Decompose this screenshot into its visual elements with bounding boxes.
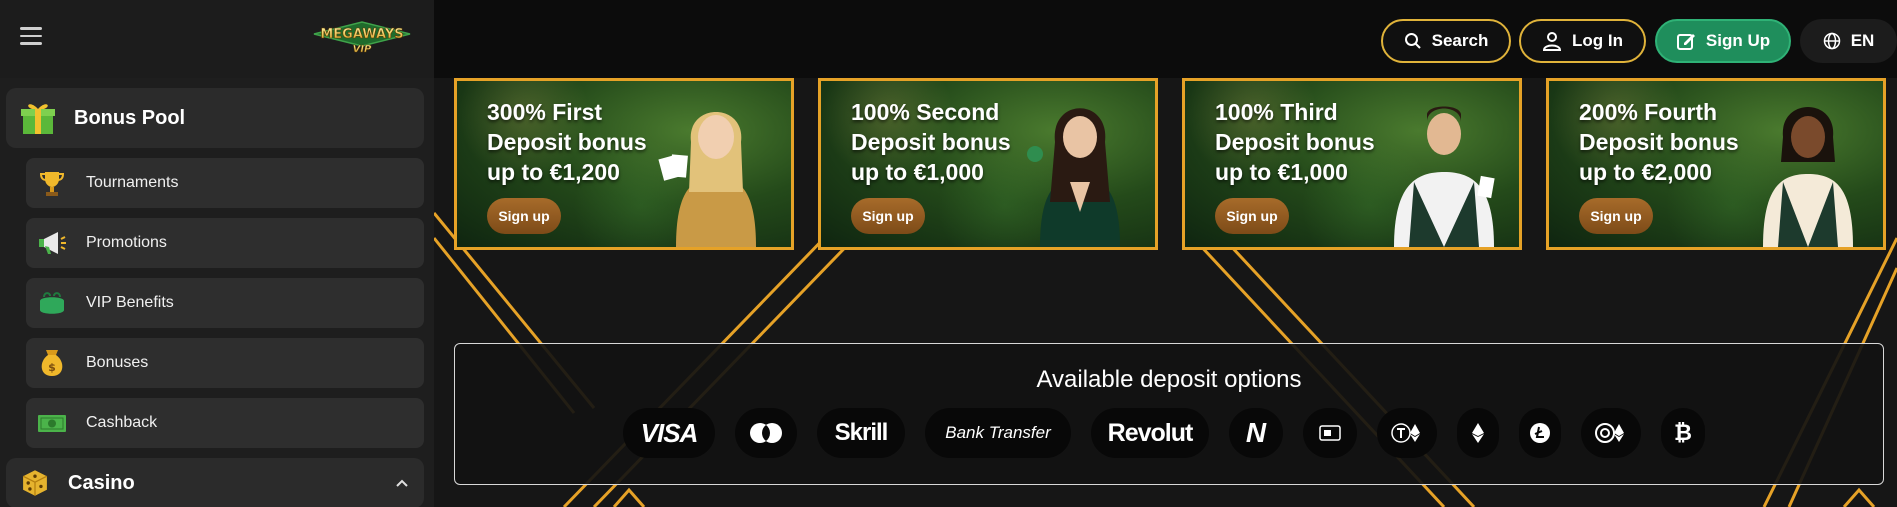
money-bag-icon: $: [41, 350, 63, 376]
deposit-options-title: Available deposit options: [1036, 366, 1302, 393]
brand-logo[interactable]: MEGAWAYS VIP: [310, 16, 414, 58]
search-button-label: Search: [1431, 31, 1489, 50]
sidebar-item-label: VIP Benefits: [86, 294, 174, 311]
sidebar-item-vip-benefits[interactable]: VIP Benefits: [26, 278, 424, 328]
ethereum-icon: [1457, 408, 1499, 458]
sidebar-item-label: Promotions: [86, 234, 167, 251]
promo-model-image: [658, 112, 756, 247]
globe-icon: [1823, 32, 1840, 50]
top-bar: Search Log In Sign Up EN: [434, 0, 1897, 78]
sidebar-header: MEGAWAYS VIP: [0, 0, 434, 78]
search-icon: [1404, 33, 1421, 49]
sidebar-category-bonus-pool[interactable]: Bonus Pool: [6, 88, 424, 148]
search-button[interactable]: Search: [1381, 19, 1511, 63]
litecoin-icon: [1519, 408, 1561, 458]
card-chip-icon: [1303, 408, 1357, 458]
visa-icon: VISA: [623, 408, 715, 458]
signup-button-label: Sign Up: [1705, 31, 1771, 50]
green-purse-icon: [40, 292, 64, 314]
banknote-icon: [38, 415, 66, 432]
deposit-options-panel: Available deposit options VISA Skrill Ba…: [454, 343, 1884, 485]
sidebar-item-label: Bonuses: [86, 354, 149, 371]
sidebar-category-casino[interactable]: Casino: [6, 458, 424, 507]
trophy-icon: [39, 172, 65, 196]
gift-box-icon: [21, 104, 55, 134]
payment-methods-row: VISA Skrill Bank Transfer Revolut N ₿: [455, 408, 1883, 458]
dice-icon: [22, 470, 48, 496]
usdc-ethereum-icon: [1581, 408, 1641, 458]
svg-text:VIP: VIP: [353, 44, 372, 55]
sidebar-item-bonuses[interactable]: $ Bonuses: [26, 338, 424, 388]
sidebar-item-cashback[interactable]: Cashback: [26, 398, 424, 448]
app-root: MEGAWAYS VIP Bonus Pool Tournaments Prom…: [0, 0, 1897, 507]
promo-signup-button[interactable]: Sign up: [851, 198, 925, 234]
bank-transfer-icon: Bank Transfer: [925, 408, 1071, 458]
promo-card-first-deposit[interactable]: 300% First Deposit bonus up to €1,200 Si…: [454, 78, 794, 250]
tether-ethereum-icon: [1377, 408, 1437, 458]
language-label: EN: [1850, 31, 1875, 50]
signup-button[interactable]: Sign Up: [1655, 19, 1791, 63]
sidebar-item-label: Cashback: [86, 414, 158, 431]
neteller-icon: N: [1229, 408, 1283, 458]
promo-card-third-deposit[interactable]: 100% Third Deposit bonus up to €1,000 Si…: [1182, 78, 1522, 250]
mastercard-icon: [735, 408, 797, 458]
main-content: 300% First Deposit bonus up to €1,200 Si…: [434, 78, 1897, 507]
sidebar-item-promotions[interactable]: Promotions: [26, 218, 424, 268]
sidebar-category-label: Bonus Pool: [74, 106, 186, 129]
promo-model-image: [1763, 107, 1853, 247]
megaphone-icon: [39, 232, 66, 254]
login-button[interactable]: Log In: [1519, 19, 1646, 63]
promo-card-second-deposit[interactable]: 100% Second Deposit bonus up to €1,000 S…: [818, 78, 1158, 250]
user-icon: [1542, 32, 1562, 51]
chevron-up-icon[interactable]: [394, 475, 410, 491]
login-button-label: Log In: [1572, 31, 1623, 50]
hamburger-menu-icon[interactable]: [20, 27, 42, 47]
promo-signup-button[interactable]: Sign up: [487, 198, 561, 234]
bitcoin-icon: ₿: [1661, 408, 1705, 458]
sidebar-category-label: Casino: [68, 471, 135, 494]
skrill-icon: Skrill: [817, 408, 905, 458]
promo-card-fourth-deposit[interactable]: 200% Fourth Deposit bonus up to €2,000 S…: [1546, 78, 1886, 250]
svg-text:MEGAWAYS: MEGAWAYS: [320, 27, 403, 42]
promo-signup-button[interactable]: Sign up: [1215, 198, 1289, 234]
svg-text:$: $: [48, 361, 56, 374]
sidebar-item-label: Tournaments: [86, 174, 179, 191]
sidebar-item-tournaments[interactable]: Tournaments: [26, 158, 424, 208]
promo-model-image: [1027, 108, 1120, 247]
edit-icon: [1676, 34, 1695, 50]
language-selector[interactable]: EN: [1800, 19, 1897, 63]
promo-model-image: [1394, 106, 1495, 247]
promo-signup-button[interactable]: Sign up: [1579, 198, 1653, 234]
revolut-icon: Revolut: [1091, 408, 1209, 458]
sidebar: MEGAWAYS VIP Bonus Pool Tournaments Prom…: [0, 0, 434, 507]
